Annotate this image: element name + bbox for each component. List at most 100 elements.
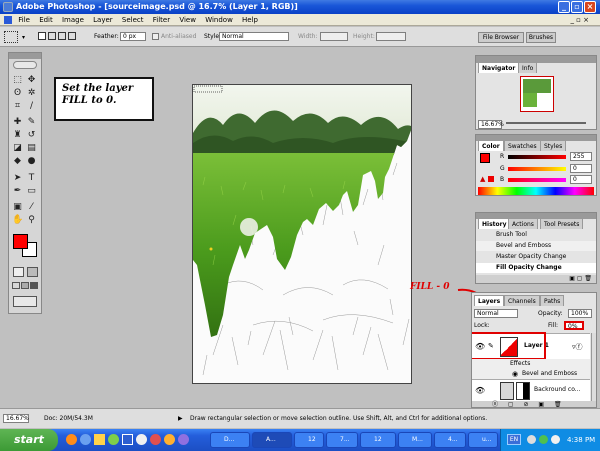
chevron-down-icon[interactable]: ▾ <box>22 34 25 41</box>
foreground-color-swatch[interactable] <box>13 234 28 249</box>
tray-icon[interactable] <box>551 435 560 444</box>
style-select[interactable]: Normal <box>219 32 289 41</box>
pen-icon[interactable]: ✒ <box>12 186 23 197</box>
tab-paths[interactable]: Paths <box>540 295 565 306</box>
tab-tool-presets[interactable]: Tool Presets <box>540 218 584 229</box>
quicklaunch-folder-icon[interactable] <box>94 434 105 445</box>
quicklaunch-ie-icon[interactable] <box>80 434 91 445</box>
screen-mode-full-menu-icon[interactable] <box>21 282 29 289</box>
taskbar-button-active[interactable]: A... <box>252 432 292 448</box>
taskbar-button[interactable]: 12 <box>360 432 396 448</box>
layer-row-layer1[interactable]: 👁 ✎ Layer 1 ▿ⓕ <box>472 332 590 360</box>
path-selection-icon[interactable]: ➤ <box>12 173 23 184</box>
tab-color[interactable]: Color <box>478 140 504 151</box>
eyedropper-icon[interactable]: ⁄ <box>26 202 37 213</box>
clone-stamp-icon[interactable]: ♜ <box>12 130 23 141</box>
blue-value[interactable]: 0 <box>570 175 592 184</box>
shape-icon[interactable]: ▭ <box>26 186 37 197</box>
history-brush-icon[interactable]: ↺ <box>26 130 37 141</box>
width-input[interactable] <box>320 32 348 41</box>
feather-input[interactable]: 0 px <box>120 32 146 41</box>
new-selection-icon[interactable] <box>38 32 46 40</box>
menu-help[interactable]: Help <box>242 16 258 24</box>
tab-actions[interactable]: Actions <box>508 218 538 229</box>
effects-row[interactable]: Effects <box>472 359 590 369</box>
taskbar-button[interactable]: 12 <box>294 432 324 448</box>
language-indicator[interactable]: EN <box>507 434 521 445</box>
color-fg-swatch[interactable] <box>480 153 490 163</box>
menu-filter[interactable]: Filter <box>153 16 170 24</box>
history-item[interactable]: Bevel and Emboss <box>476 241 596 251</box>
notes-icon[interactable]: ▣ <box>12 202 23 213</box>
subtract-selection-icon[interactable] <box>58 32 66 40</box>
blur-icon[interactable]: ◆ <box>12 156 23 167</box>
lasso-icon[interactable]: ʘ <box>12 88 23 99</box>
tray-icon[interactable] <box>527 435 536 444</box>
hand-icon[interactable]: ✋ <box>12 215 23 226</box>
menu-window[interactable]: Window <box>205 16 233 24</box>
layers-footer-icons[interactable]: ⓞ ▢ ⊘ ▣ 🗑 <box>472 401 596 407</box>
height-input[interactable] <box>376 32 406 41</box>
quicklaunch-ps-icon[interactable] <box>122 434 133 445</box>
tab-swatches[interactable]: Swatches <box>504 140 541 151</box>
fill-input[interactable]: 0% <box>564 321 584 330</box>
layer-row-background[interactable]: 👁 Backround co... <box>472 379 590 401</box>
tab-navigator[interactable]: Navigator <box>478 62 520 73</box>
app-menu-icon[interactable] <box>4 16 12 24</box>
tools-titlebar[interactable] <box>9 53 41 59</box>
close-button[interactable]: × <box>584 1 596 13</box>
marquee-icon[interactable]: ⬚ <box>12 75 23 86</box>
brush-icon[interactable]: ✎ <box>26 117 37 128</box>
history-item[interactable]: Master Opacity Change <box>476 252 596 262</box>
taskbar-button[interactable]: 7... <box>326 432 358 448</box>
quicklaunch-app-icon[interactable] <box>108 434 119 445</box>
feather-logo-icon[interactable] <box>13 61 37 69</box>
menu-image[interactable]: Image <box>62 16 84 24</box>
navigator-zoom-input[interactable]: 16.67% <box>478 120 504 129</box>
dodge-icon[interactable]: ● <box>26 156 37 167</box>
blend-mode-select[interactable]: Normal <box>474 309 518 318</box>
quickmask-mode-icon[interactable] <box>27 267 38 277</box>
history-item[interactable]: Brush Tool <box>476 230 596 240</box>
layers-scrollbar[interactable] <box>591 333 596 401</box>
add-selection-icon[interactable] <box>48 32 56 40</box>
status-zoom-input[interactable]: 16.67% <box>3 414 29 423</box>
menu-layer[interactable]: Layer <box>93 16 113 24</box>
opacity-input[interactable]: 100% <box>568 309 592 318</box>
blue-slider[interactable] <box>508 178 566 182</box>
file-browser-tab[interactable]: File Browser <box>478 32 524 43</box>
tab-history[interactable]: History <box>478 218 511 229</box>
quicklaunch-app2-icon[interactable] <box>136 434 147 445</box>
status-doc-size[interactable]: Doc: 20M/54.3M <box>44 414 93 423</box>
menu-select[interactable]: Select <box>122 16 144 24</box>
quicklaunch-app5-icon[interactable] <box>178 434 189 445</box>
tray-icon[interactable] <box>539 435 548 444</box>
eye-icon[interactable]: 👁 <box>475 386 485 395</box>
document-canvas[interactable] <box>192 84 412 384</box>
magic-wand-icon[interactable]: ✲ <box>26 88 37 99</box>
menu-view[interactable]: View <box>179 16 196 24</box>
brushes-tab[interactable]: Brushes <box>526 32 556 43</box>
taskbar-button[interactable]: D... <box>210 432 250 448</box>
navigator-thumbnail[interactable] <box>520 76 554 112</box>
doc-window-controls[interactable]: _ ▫ × <box>570 14 589 26</box>
jump-to-imageready-icon[interactable] <box>13 296 37 307</box>
menu-file[interactable]: File <box>18 16 30 24</box>
marquee-tool-icon[interactable] <box>4 31 18 43</box>
red-value[interactable]: 255 <box>570 152 592 161</box>
screen-mode-standard-icon[interactable] <box>12 282 20 289</box>
zoom-icon[interactable]: ⚲ <box>26 215 37 226</box>
move-icon[interactable]: ✥ <box>26 75 37 86</box>
quicklaunch-firefox-icon[interactable] <box>66 434 77 445</box>
maximize-button[interactable]: ▫ <box>571 1 583 13</box>
minimize-button[interactable]: _ <box>558 1 570 13</box>
clock[interactable]: 4:38 PM <box>567 429 595 451</box>
quicklaunch-app4-icon[interactable] <box>164 434 175 445</box>
healing-brush-icon[interactable]: ✚ <box>12 117 23 128</box>
menu-edit[interactable]: Edit <box>39 16 53 24</box>
green-slider[interactable] <box>508 167 566 171</box>
taskbar-button[interactable]: M... <box>398 432 432 448</box>
background-layer-name[interactable]: Backround co... <box>534 386 580 393</box>
eraser-icon[interactable]: ◪ <box>12 143 23 154</box>
start-button[interactable]: start <box>0 429 58 451</box>
